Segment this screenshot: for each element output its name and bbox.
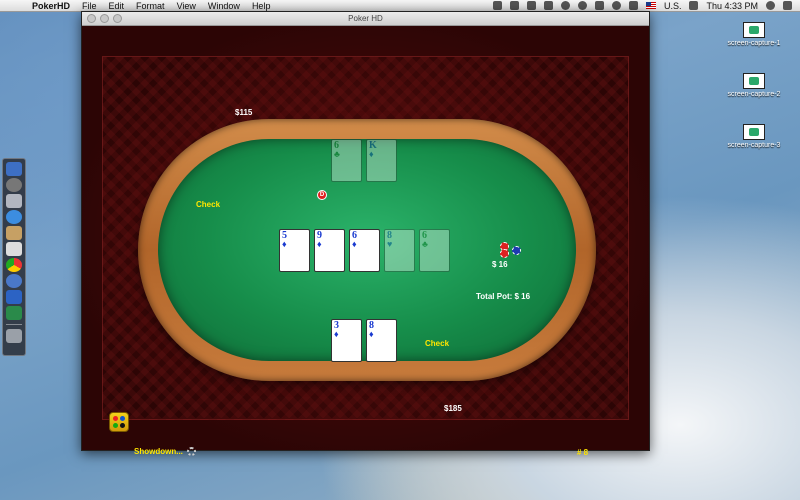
desktop-file-label: screen-capture-2	[727, 91, 781, 98]
spotlight-icon[interactable]	[766, 1, 775, 10]
board-card-4: 8 ♥	[384, 229, 415, 272]
menu-app-name[interactable]: PokerHD	[32, 1, 70, 11]
blue-chip-icon	[512, 246, 521, 255]
address-book-icon[interactable]	[6, 226, 22, 240]
black-dot-icon	[119, 422, 125, 428]
pokerhd-dock-icon[interactable]	[6, 306, 22, 320]
game-menu-button[interactable]	[109, 412, 129, 432]
system-preferences-icon[interactable]	[6, 274, 22, 288]
evernote-icon[interactable]	[492, 1, 502, 10]
game-status-text: Showdown...	[134, 447, 183, 456]
dock	[2, 158, 26, 356]
menu-help[interactable]: Help	[252, 1, 271, 11]
window-controls	[87, 14, 122, 23]
sync-icon[interactable]	[560, 1, 570, 10]
dealer-button: D	[317, 190, 327, 200]
volume-icon[interactable]	[628, 1, 638, 10]
desktop-file-label: screen-capture-3	[727, 142, 781, 149]
menu-view[interactable]: View	[177, 1, 196, 11]
opponent-card-1: 6 ♣	[331, 139, 362, 182]
green-dot-icon	[113, 422, 118, 428]
red-dot-icon	[113, 416, 118, 421]
bluetooth-icon[interactable]	[594, 1, 604, 10]
status-area: U.S. Thu 4:33 PM	[492, 1, 800, 11]
dashboard-icon[interactable]	[6, 178, 22, 192]
app-store-icon[interactable]	[6, 290, 22, 304]
screenshot-file-icon	[743, 22, 765, 38]
status-row: Showdown...	[134, 447, 196, 457]
menu-window[interactable]: Window	[208, 1, 240, 11]
window-title: Poker HD	[348, 14, 383, 23]
player-card-2: 8 ♦	[366, 319, 397, 362]
card-suit: ♦	[317, 239, 322, 249]
board-card-1: 5 ♦	[279, 229, 310, 272]
us-flag-icon[interactable]	[645, 2, 656, 9]
game-area: $115 Check $185 Check D $ 16 Total Pot: …	[82, 26, 649, 457]
card-suit: ♦	[369, 149, 374, 159]
chrome-icon[interactable]	[6, 258, 22, 272]
hand-number: # 8	[577, 448, 589, 457]
safari-icon[interactable]	[6, 210, 22, 224]
card-suit: ♣	[334, 149, 340, 159]
card-suit: ♦	[352, 239, 357, 249]
board-card-5: 6 ♣	[419, 229, 450, 272]
dock-separator	[6, 324, 22, 325]
desktop-file-screen-capture-2[interactable]: screen-capture-2	[714, 73, 794, 98]
minimize-button[interactable]	[100, 14, 109, 23]
blue-dot-icon	[119, 416, 125, 421]
card-suit: ♦	[369, 329, 374, 339]
desktop-file-screen-capture-3[interactable]: screen-capture-3	[714, 124, 794, 149]
card-suit: ♦	[282, 239, 287, 249]
screenshot-file-icon	[743, 73, 765, 89]
bet-amount: $ 16	[492, 260, 508, 269]
loading-spinner-icon	[186, 447, 196, 457]
desktop-file-screen-capture-1[interactable]: screen-capture-1	[714, 22, 794, 47]
battery-icon[interactable]	[689, 1, 699, 10]
battery-status-icon[interactable]	[526, 1, 536, 10]
opponent-action: Check	[196, 200, 221, 209]
card-suit: ♦	[334, 329, 339, 339]
zoom-button[interactable]	[113, 14, 122, 23]
notification-list-icon[interactable]	[783, 1, 792, 10]
clock[interactable]: Thu 4:33 PM	[706, 1, 758, 11]
close-button[interactable]	[87, 14, 96, 23]
red-chip-icon	[500, 249, 509, 258]
total-pot: Total Pot: $ 16	[476, 292, 531, 301]
screenshot-file-icon	[743, 124, 765, 140]
player-action: Check	[425, 339, 450, 348]
dropbox-icon[interactable]	[509, 1, 519, 10]
player-card-1: 3 ♦	[331, 319, 362, 362]
opponent-card-2: K ♦	[366, 139, 397, 182]
input-source-label[interactable]: U.S.	[664, 1, 682, 11]
time-machine-icon[interactable]	[577, 1, 587, 10]
finder-icon[interactable]	[6, 162, 22, 176]
textedit-icon[interactable]	[6, 242, 22, 256]
card-suit: ♣	[422, 239, 428, 249]
menu-format[interactable]: Format	[136, 1, 165, 11]
menu-edit[interactable]: Edit	[109, 1, 125, 11]
trash-icon[interactable]	[6, 329, 22, 343]
card-suit: ♥	[387, 239, 393, 249]
board-card-2: 9 ♦	[314, 229, 345, 272]
mail-icon[interactable]	[6, 194, 22, 208]
board-card-3: 6 ♦	[349, 229, 380, 272]
desktop-file-label: screen-capture-1	[727, 40, 781, 47]
wifi-icon[interactable]	[611, 1, 621, 10]
opponent-stack: $115	[235, 108, 253, 117]
player-stack: $185	[444, 404, 462, 413]
window-titlebar[interactable]: Poker HD	[82, 12, 649, 26]
poker-window: Poker HD $115 Check $185 Check D $ 16 To…	[81, 11, 650, 457]
number-two-icon[interactable]	[543, 1, 553, 10]
menu-file[interactable]: File	[82, 1, 97, 11]
